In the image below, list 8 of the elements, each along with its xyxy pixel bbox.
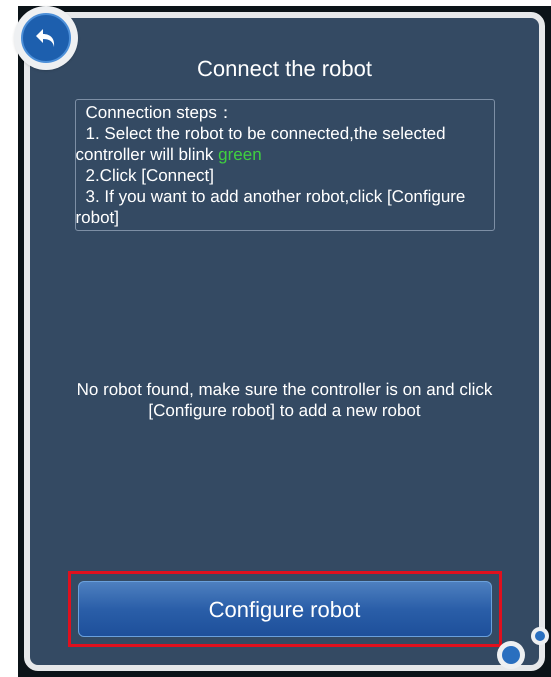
step-text: 2.Click [Connect] <box>84 165 215 186</box>
step-text: 3. If you want to add another robot,click [Configure robot] <box>76 186 466 228</box>
status-message: No robot found, make sure the controller is on and click [Configure robot] to add a new robot <box>76 379 494 421</box>
configure-robot-button[interactable]: Configure robot <box>78 581 492 637</box>
window-title: Connect the robot <box>197 55 372 83</box>
back-button[interactable] <box>14 6 78 70</box>
steps-heading: Connection steps： <box>84 102 235 123</box>
step-text: 1. Select the robot to be connected,the selected controller will blink green <box>76 123 447 165</box>
